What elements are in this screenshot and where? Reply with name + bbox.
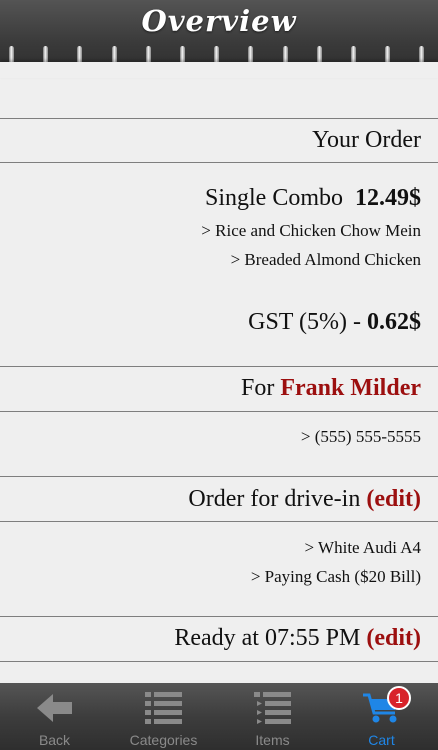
order-item-row: Single Combo 12.49$ <box>205 185 421 212</box>
car-detail: > White Audi A4 <box>304 538 421 557</box>
ready-row: Ready at 07:55 PM (edit) <box>174 625 421 652</box>
item-detail: > Breaded Almond Chicken <box>230 250 421 269</box>
list-icon <box>144 692 182 724</box>
tab-back-label: Back <box>38 732 71 748</box>
divider <box>0 118 438 119</box>
nav-header: Overview <box>0 0 438 78</box>
tax-value: 0.62$ <box>367 309 421 335</box>
your-order-heading: Your Order <box>312 127 421 153</box>
customer-phone: > (555) 555-5555 <box>300 427 421 446</box>
drive-in-row: Order for drive-in (edit) <box>188 486 421 513</box>
tab-items[interactable]: Items <box>218 683 327 750</box>
divider <box>0 366 438 367</box>
order-overview: Your Order Single Combo 12.49$ > Rice an… <box>0 78 438 683</box>
divider <box>0 521 438 522</box>
items-list-icon <box>253 692 291 724</box>
divider <box>0 162 438 163</box>
paper-edge <box>0 62 438 78</box>
divider <box>0 661 438 662</box>
divider <box>0 476 438 477</box>
tab-back[interactable]: Back <box>0 683 109 750</box>
tax-row: GST (5%) - 0.62$ <box>248 309 421 336</box>
item-name: Single Combo <box>204 185 343 211</box>
tab-categories[interactable]: Categories <box>109 683 218 750</box>
tab-cart[interactable]: 1 Cart <box>327 683 436 750</box>
tax-label: GST (5%) - <box>248 309 361 335</box>
for-label: For <box>241 375 275 401</box>
divider <box>0 411 438 412</box>
page-title: Overview <box>141 4 297 38</box>
divider <box>0 616 438 617</box>
tab-cart-label: Cart <box>368 732 395 748</box>
item-detail: > Rice and Chicken Chow Mein <box>201 221 421 240</box>
drive-in-label: Order for drive-in <box>188 486 361 512</box>
cart-count-badge: 1 <box>387 686 411 710</box>
ready-edit-link[interactable]: (edit) <box>366 625 421 651</box>
item-price: 12.49$ <box>355 185 421 211</box>
customer-row: For Frank Milder <box>241 375 421 402</box>
back-arrow-icon <box>36 694 72 722</box>
tab-items-label: Items <box>255 732 290 748</box>
drive-in-edit-link[interactable]: (edit) <box>366 486 421 512</box>
customer-name: Frank Milder <box>280 375 421 401</box>
tab-categories-label: Categories <box>129 732 198 748</box>
tab-bar: Back Categories Items 1 Cart <box>0 683 438 750</box>
payment-detail: > Paying Cash ($20 Bill) <box>250 567 421 586</box>
ready-label: Ready at 07:55 PM <box>174 625 361 651</box>
